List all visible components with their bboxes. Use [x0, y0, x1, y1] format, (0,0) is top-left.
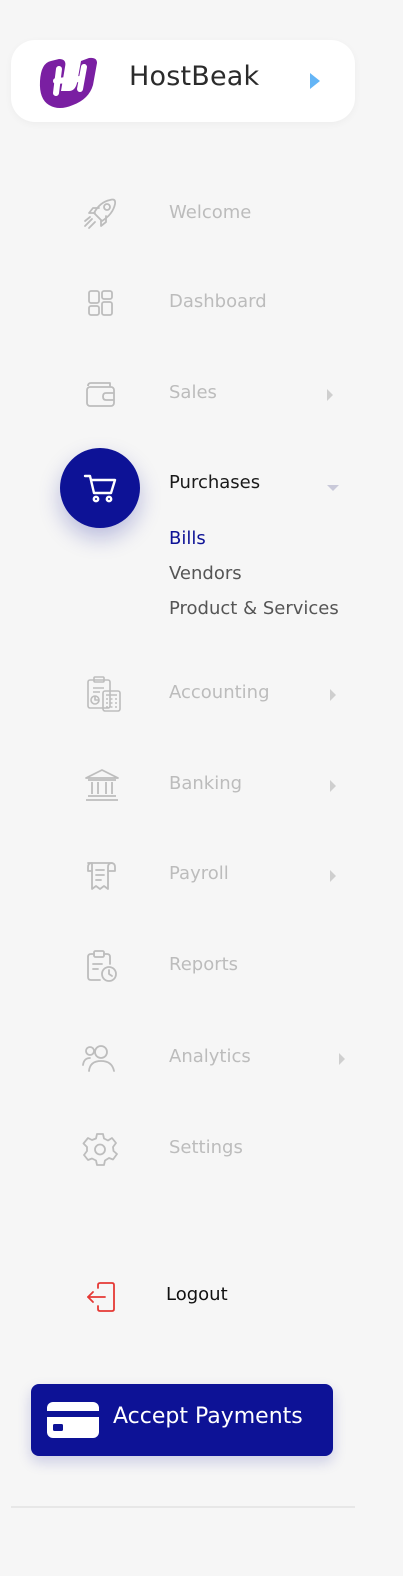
chevron-right-icon: [330, 780, 336, 792]
subnav-vendors[interactable]: Vendors: [169, 563, 242, 584]
nav-item-sales[interactable]: Sales: [0, 364, 403, 424]
nav-item-dashboard[interactable]: Dashboard: [0, 273, 403, 333]
receipt-icon: [80, 855, 120, 895]
nav-label-dashboard: Dashboard: [169, 291, 267, 312]
logout-label: Logout: [166, 1284, 228, 1305]
dashboard-icon: [80, 283, 120, 323]
divider: [11, 1506, 355, 1508]
nav-label-settings: Settings: [169, 1137, 243, 1158]
brand-name: HostBeak: [129, 61, 260, 92]
accept-payments-button[interactable]: Accept Payments: [31, 1384, 333, 1456]
subnav-bills[interactable]: Bills: [169, 528, 206, 549]
nav-label-purchases[interactable]: Purchases: [169, 472, 260, 493]
rocket-icon: [80, 194, 120, 234]
nav-item-welcome[interactable]: Welcome: [0, 184, 403, 244]
nav-label-welcome: Welcome: [169, 202, 252, 223]
chevron-right-icon: [327, 389, 333, 401]
nav-label-payroll: Payroll: [169, 863, 229, 884]
nav-label-sales: Sales: [169, 382, 217, 403]
nav-item-purchases-icon-badge[interactable]: [60, 448, 140, 528]
nav-label-analytics: Analytics: [169, 1046, 251, 1067]
nav-item-settings[interactable]: Settings: [0, 1119, 403, 1179]
nav-item-reports[interactable]: Reports: [0, 936, 403, 996]
brand-card: HostBeak: [11, 40, 355, 122]
logout-icon: [84, 1280, 118, 1314]
credit-card-icon: [47, 1402, 99, 1438]
accounting-icon: [84, 674, 124, 714]
nav-item-payroll[interactable]: Payroll: [0, 845, 403, 905]
chevron-right-icon: [330, 689, 336, 701]
nav-item-analytics[interactable]: Analytics: [0, 1028, 403, 1088]
cart-icon: [83, 474, 117, 503]
gear-icon: [80, 1129, 120, 1169]
users-icon: [80, 1038, 120, 1078]
expand-sidebar-icon[interactable]: [307, 71, 323, 91]
wallet-icon: [80, 374, 120, 414]
nav-item-banking[interactable]: Banking: [0, 755, 403, 815]
chevron-right-icon: [339, 1053, 345, 1065]
nav-item-accounting[interactable]: Accounting: [0, 664, 403, 724]
nav-label-banking: Banking: [169, 773, 243, 794]
nav-label-reports: Reports: [169, 954, 239, 975]
chevron-right-icon: [330, 870, 336, 882]
report-icon: [80, 946, 120, 986]
subnav-product-services[interactable]: Product & Services: [169, 598, 339, 619]
nav-label-accounting: Accounting: [169, 682, 270, 703]
logout-button[interactable]: Logout: [0, 1275, 403, 1319]
accept-payments-label: Accept Payments: [113, 1404, 303, 1429]
hostbeak-logo-icon: [39, 57, 97, 108]
chevron-down-icon[interactable]: [327, 485, 339, 491]
bank-icon: [82, 765, 122, 805]
